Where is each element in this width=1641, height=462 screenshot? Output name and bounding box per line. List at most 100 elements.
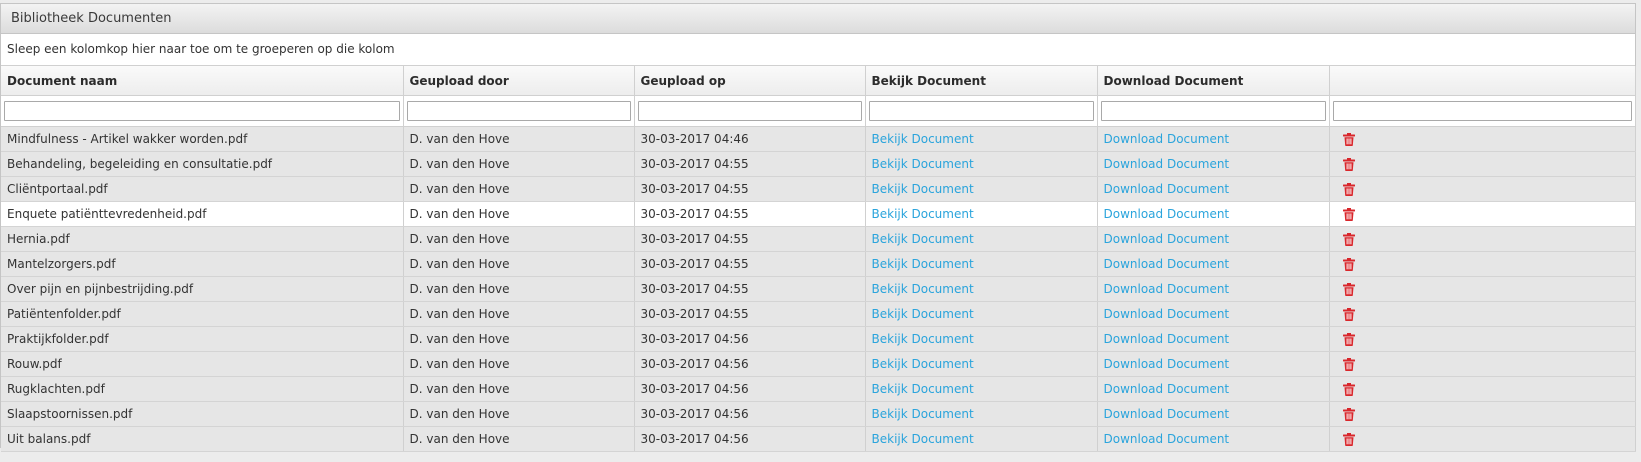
cell-uploaded-on: 30-03-2017 04:55 [634,301,866,327]
cell-uploaded-by: D. van den Hove [403,201,635,227]
view-document-link[interactable]: Bekijk Document [872,307,974,321]
view-document-link[interactable]: Bekijk Document [872,232,974,246]
group-by-drop-zone[interactable]: Sleep een kolomkop hier naar toe om te g… [1,34,1635,66]
view-document-link[interactable]: Bekijk Document [872,432,974,446]
cell-uploaded-by: D. van den Hove [403,276,635,302]
table-row[interactable]: Hernia.pdf D. van den Hove 30-03-2017 04… [1,226,1636,252]
cell-document-name: Praktijkfolder.pdf [1,326,404,352]
download-document-link[interactable]: Download Document [1104,257,1230,271]
cell-document-name: Uit balans.pdf [1,426,404,452]
documents-panel: Bibliotheek Documenten Sleep een kolomko… [0,3,1636,452]
view-document-link[interactable]: Bekijk Document [872,332,974,346]
delete-trash-icon[interactable] [1342,408,1355,421]
cell-document-name: Enquete patiënttevredenheid.pdf [1,201,404,227]
column-header-actions[interactable] [1329,66,1636,96]
table-row[interactable]: Rouw.pdf D. van den Hove 30-03-2017 04:5… [1,351,1636,377]
view-document-link[interactable]: Bekijk Document [872,407,974,421]
filter-input-uploaded-by[interactable] [406,101,631,121]
view-document-link[interactable]: Bekijk Document [872,257,974,271]
view-document-link[interactable]: Bekijk Document [872,182,974,196]
cell-uploaded-on: 30-03-2017 04:56 [634,351,866,377]
download-document-link[interactable]: Download Document [1104,332,1230,346]
delete-trash-icon[interactable] [1342,258,1355,271]
filter-input-view-document[interactable] [868,101,1094,121]
delete-trash-icon[interactable] [1342,383,1355,396]
download-document-link[interactable]: Download Document [1104,207,1230,221]
cell-uploaded-by: D. van den Hove [403,251,635,277]
download-document-link[interactable]: Download Document [1104,307,1230,321]
filter-input-document-name[interactable] [4,101,400,121]
delete-trash-icon[interactable] [1342,208,1355,221]
cell-document-name: Cliëntportaal.pdf [1,176,404,202]
view-document-link[interactable]: Bekijk Document [872,282,974,296]
download-document-link[interactable]: Download Document [1104,282,1230,296]
cell-document-name: Mindfulness - Artikel wakker worden.pdf [1,126,404,152]
cell-document-name: Hernia.pdf [1,226,404,252]
download-document-link[interactable]: Download Document [1104,407,1230,421]
cell-uploaded-by: D. van den Hove [403,151,635,177]
header-row: Document naam Geupload door Geupload op … [1,66,1636,96]
cell-uploaded-on: 30-03-2017 04:56 [634,376,866,402]
table-row[interactable]: Behandeling, begeleiding en consultatie.… [1,151,1636,177]
cell-document-name: Rouw.pdf [1,351,404,377]
download-document-link[interactable]: Download Document [1104,232,1230,246]
download-document-link[interactable]: Download Document [1104,182,1230,196]
table-row[interactable]: Over pijn en pijnbestrijding.pdf D. van … [1,276,1636,302]
table-row[interactable]: Praktijkfolder.pdf D. van den Hove 30-03… [1,326,1636,352]
delete-trash-icon[interactable] [1342,358,1355,371]
table-row[interactable]: Mindfulness - Artikel wakker worden.pdf … [1,126,1636,152]
table-row[interactable]: Cliëntportaal.pdf D. van den Hove 30-03-… [1,176,1636,202]
delete-trash-icon[interactable] [1342,133,1355,146]
delete-trash-icon[interactable] [1342,158,1355,171]
cell-uploaded-on: 30-03-2017 04:55 [634,276,866,302]
delete-trash-icon[interactable] [1342,333,1355,346]
cell-uploaded-on: 30-03-2017 04:55 [634,251,866,277]
cell-document-name: Slaapstoornissen.pdf [1,401,404,427]
delete-trash-icon[interactable] [1342,308,1355,321]
view-document-link[interactable]: Bekijk Document [872,357,974,371]
cell-uploaded-by: D. van den Hove [403,176,635,202]
delete-trash-icon[interactable] [1342,233,1355,246]
download-document-link[interactable]: Download Document [1104,357,1230,371]
cell-uploaded-on: 30-03-2017 04:56 [634,326,866,352]
filter-input-uploaded-on[interactable] [637,101,862,121]
delete-trash-icon[interactable] [1342,433,1355,446]
download-document-link[interactable]: Download Document [1104,432,1230,446]
view-document-link[interactable]: Bekijk Document [872,382,974,396]
cell-uploaded-by: D. van den Hove [403,401,635,427]
column-header-view-document[interactable]: Bekijk Document [865,66,1098,96]
cell-uploaded-by: D. van den Hove [403,351,635,377]
table-row[interactable]: Enquete patiënttevredenheid.pdf D. van d… [1,201,1636,227]
column-header-uploaded-by[interactable]: Geupload door [403,66,635,96]
table-row[interactable]: Uit balans.pdf D. van den Hove 30-03-201… [1,426,1636,452]
view-document-link[interactable]: Bekijk Document [872,207,974,221]
download-document-link[interactable]: Download Document [1104,382,1230,396]
table-row[interactable]: Rugklachten.pdf D. van den Hove 30-03-20… [1,376,1636,402]
delete-trash-icon[interactable] [1342,183,1355,196]
filter-input-download-document[interactable] [1100,101,1326,121]
cell-uploaded-by: D. van den Hove [403,326,635,352]
cell-uploaded-on: 30-03-2017 04:55 [634,201,866,227]
table-row[interactable]: Mantelzorgers.pdf D. van den Hove 30-03-… [1,251,1636,277]
cell-document-name: Behandeling, begeleiding en consultatie.… [1,151,404,177]
documents-grid: Document naam Geupload door Geupload op … [1,66,1636,452]
cell-uploaded-on: 30-03-2017 04:56 [634,426,866,452]
view-document-link[interactable]: Bekijk Document [872,132,974,146]
table-row[interactable]: Slaapstoornissen.pdf D. van den Hove 30-… [1,401,1636,427]
column-header-uploaded-on[interactable]: Geupload op [634,66,866,96]
table-row[interactable]: Patiëntenfolder.pdf D. van den Hove 30-0… [1,301,1636,327]
cell-document-name: Rugklachten.pdf [1,376,404,402]
filter-input-actions[interactable] [1332,101,1632,121]
filter-row [1,95,1636,127]
download-document-link[interactable]: Download Document [1104,157,1230,171]
column-header-document-name[interactable]: Document naam [1,66,404,96]
cell-uploaded-by: D. van den Hove [403,126,635,152]
cell-uploaded-on: 30-03-2017 04:55 [634,151,866,177]
cell-uploaded-by: D. van den Hove [403,426,635,452]
delete-trash-icon[interactable] [1342,283,1355,296]
view-document-link[interactable]: Bekijk Document [872,157,974,171]
column-header-download-document[interactable]: Download Document [1097,66,1330,96]
cell-document-name: Mantelzorgers.pdf [1,251,404,277]
cell-uploaded-on: 30-03-2017 04:55 [634,226,866,252]
download-document-link[interactable]: Download Document [1104,132,1230,146]
